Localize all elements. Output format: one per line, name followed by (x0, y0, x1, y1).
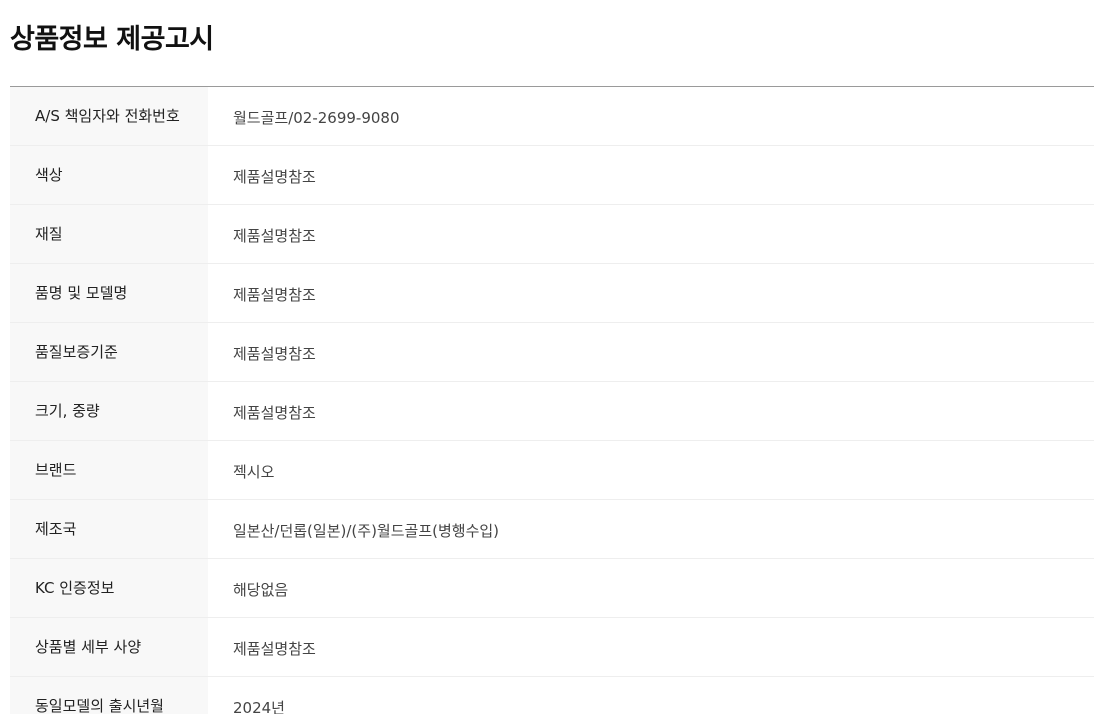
row-value: 제품설명참조 (233, 168, 316, 186)
row-value: 제품설명참조 (233, 286, 316, 304)
table-row-material: 재질 제품설명참조 (10, 205, 1094, 264)
row-value: 제품설명참조 (233, 345, 316, 363)
row-label: 품질보증기준 (10, 323, 208, 381)
table-row-brand: 브랜드 젝시오 (10, 441, 1094, 500)
row-value: 제품설명참조 (233, 640, 316, 658)
row-value: 제품설명참조 (233, 227, 316, 245)
table-row-color: 색상 제품설명참조 (10, 146, 1094, 205)
row-value: 월드골프/02-2699-9080 (233, 109, 400, 127)
row-label: 품명 및 모델명 (10, 264, 208, 322)
row-value: 해당없음 (233, 581, 289, 599)
table-row-size-weight: 크기, 중량 제품설명참조 (10, 382, 1094, 441)
row-label: 브랜드 (10, 441, 208, 499)
page-title: 상품정보 제공고시 (10, 24, 214, 55)
row-label: 제조국 (10, 500, 208, 558)
row-value: 젝시오 (233, 463, 275, 481)
table-row-country: 제조국 일본산/던롭(일본)/(주)월드골프(병행수입) (10, 500, 1094, 559)
table-row-as-contact: A/S 책임자와 전화번호 월드골프/02-2699-9080 (10, 87, 1094, 146)
table-row-kc-cert: KC 인증정보 해당없음 (10, 559, 1094, 618)
row-label: 상품별 세부 사양 (10, 618, 208, 676)
table-row-model-name: 품명 및 모델명 제품설명참조 (10, 264, 1094, 323)
row-value: 2024년 (233, 699, 285, 714)
row-label: 색상 (10, 146, 208, 204)
row-label: KC 인증정보 (10, 559, 208, 617)
row-label: 재질 (10, 205, 208, 263)
row-value: 제품설명참조 (233, 404, 316, 422)
row-label: A/S 책임자와 전화번호 (10, 87, 208, 145)
row-label: 크기, 중량 (10, 382, 208, 440)
row-value: 일본산/던롭(일본)/(주)월드골프(병행수입) (233, 522, 500, 540)
table-row-warranty: 품질보증기준 제품설명참조 (10, 323, 1094, 382)
row-label: 동일모델의 출시년월 (10, 677, 208, 714)
product-info-table: A/S 책임자와 전화번호 월드골프/02-2699-9080 색상 제품설명참… (10, 86, 1094, 714)
table-row-specs: 상품별 세부 사양 제품설명참조 (10, 618, 1094, 677)
table-row-release-date: 동일모델의 출시년월 2024년 (10, 677, 1094, 714)
product-info-page: 상품정보 제공고시 A/S 책임자와 전화번호 월드골프/02-2699-908… (0, 0, 1094, 714)
